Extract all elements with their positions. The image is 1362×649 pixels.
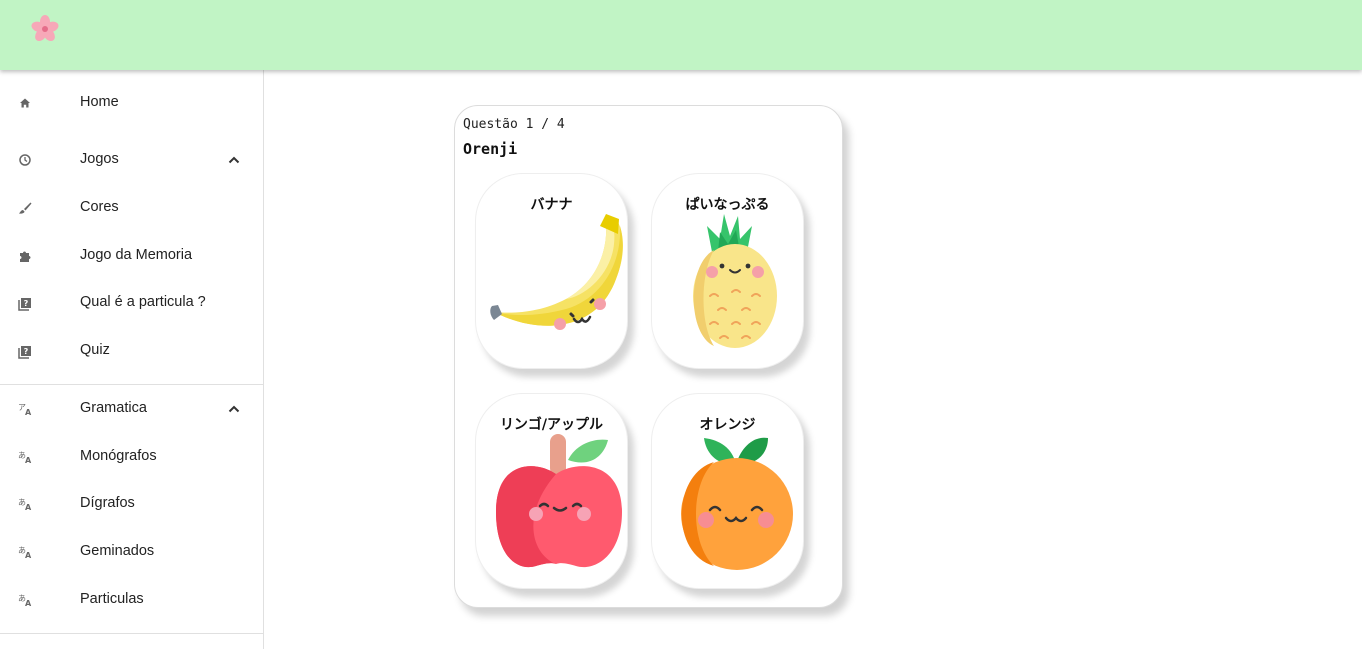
- sidebar-item-jogo-da-memoria[interactable]: Jogo da Memoria: [0, 235, 263, 275]
- quiz-icon: ?: [18, 298, 31, 311]
- sidebar-item-label: Monógrafos: [80, 448, 157, 464]
- answer-option-label: バナナ: [530, 197, 573, 213]
- chevron-up-icon[interactable]: [226, 152, 242, 168]
- sidebar-item-label: Dígrafos: [80, 495, 135, 511]
- sidebar-item-home[interactable]: Home: [0, 82, 263, 122]
- sidebar-item-geminados[interactable]: あA Geminados: [0, 531, 263, 571]
- brush-icon: [19, 202, 32, 214]
- home-icon: [20, 98, 30, 108]
- sidebar-item-label: Cores: [80, 199, 119, 215]
- svg-text:A: A: [25, 599, 32, 608]
- translate-icon: あA: [18, 498, 32, 512]
- sidebar-item-label: Jogo da Memoria: [80, 247, 193, 263]
- answer-option-banana[interactable]: バナナ: [475, 173, 628, 369]
- sidebar: Home Jogos Cores Jogo da Memoria ? Qual …: [0, 70, 264, 649]
- translate-icon: あA: [18, 594, 32, 608]
- sidebar-item-quiz[interactable]: ? Quiz: [0, 330, 263, 370]
- translate-icon: アA: [18, 403, 32, 417]
- sidebar-item-monografos[interactable]: あA Monógrafos: [0, 436, 263, 476]
- sidebar-item-label: Particulas: [80, 591, 144, 607]
- svg-text:A: A: [25, 551, 32, 560]
- sidebar-item-digrafos[interactable]: あA Dígrafos: [0, 483, 263, 523]
- quiz-card: Questão 1 / 4 Orenji バナナ ぱいなっぷる リンゴ/アップル…: [454, 105, 843, 608]
- answer-option-pineapple[interactable]: ぱいなっぷる: [651, 173, 804, 369]
- translate-icon: あA: [18, 546, 32, 560]
- history-icon: [19, 154, 31, 166]
- answer-option-orange[interactable]: オレンジ: [651, 393, 804, 589]
- sidebar-item-gramatica[interactable]: アA Gramatica: [0, 388, 263, 428]
- sidebar-item-label: Geminados: [80, 543, 155, 559]
- sidebar-item-jogos[interactable]: Jogos: [0, 139, 263, 179]
- sidebar-divider: [0, 633, 263, 634]
- translate-icon: あA: [18, 451, 32, 465]
- sidebar-item-qual-e-a-particula[interactable]: ? Qual é a particula ?: [0, 282, 263, 322]
- question-word: Orenji: [463, 140, 518, 158]
- sidebar-divider: [0, 384, 263, 385]
- answer-option-apple[interactable]: リンゴ/アップル: [475, 393, 628, 589]
- puzzle-icon: [20, 251, 31, 262]
- question-counter: Questão 1 / 4: [463, 117, 565, 132]
- svg-text:A: A: [25, 456, 32, 465]
- svg-text:A: A: [25, 503, 32, 512]
- sidebar-item-label: Quiz: [80, 342, 110, 358]
- sakura-logo-icon[interactable]: [28, 14, 62, 48]
- sidebar-item-label: Jogos: [80, 151, 119, 167]
- sidebar-item-label: Qual é a particula ?: [80, 294, 206, 310]
- sidebar-item-cores[interactable]: Cores: [0, 187, 263, 227]
- sidebar-item-label: Home: [80, 94, 119, 110]
- svg-text:A: A: [25, 408, 32, 417]
- svg-text:?: ?: [24, 299, 29, 308]
- chevron-up-icon[interactable]: [226, 401, 242, 417]
- app-bar: [0, 0, 1362, 70]
- answer-option-label: ぱいなっぷる: [685, 197, 770, 213]
- sidebar-item-label: Gramatica: [80, 400, 147, 416]
- answer-option-label: オレンジ: [699, 417, 756, 433]
- sidebar-item-particulas[interactable]: あA Particulas: [0, 579, 263, 619]
- answer-option-label: リンゴ/アップル: [499, 417, 604, 433]
- quiz-icon: ?: [18, 346, 31, 359]
- svg-text:?: ?: [24, 347, 29, 356]
